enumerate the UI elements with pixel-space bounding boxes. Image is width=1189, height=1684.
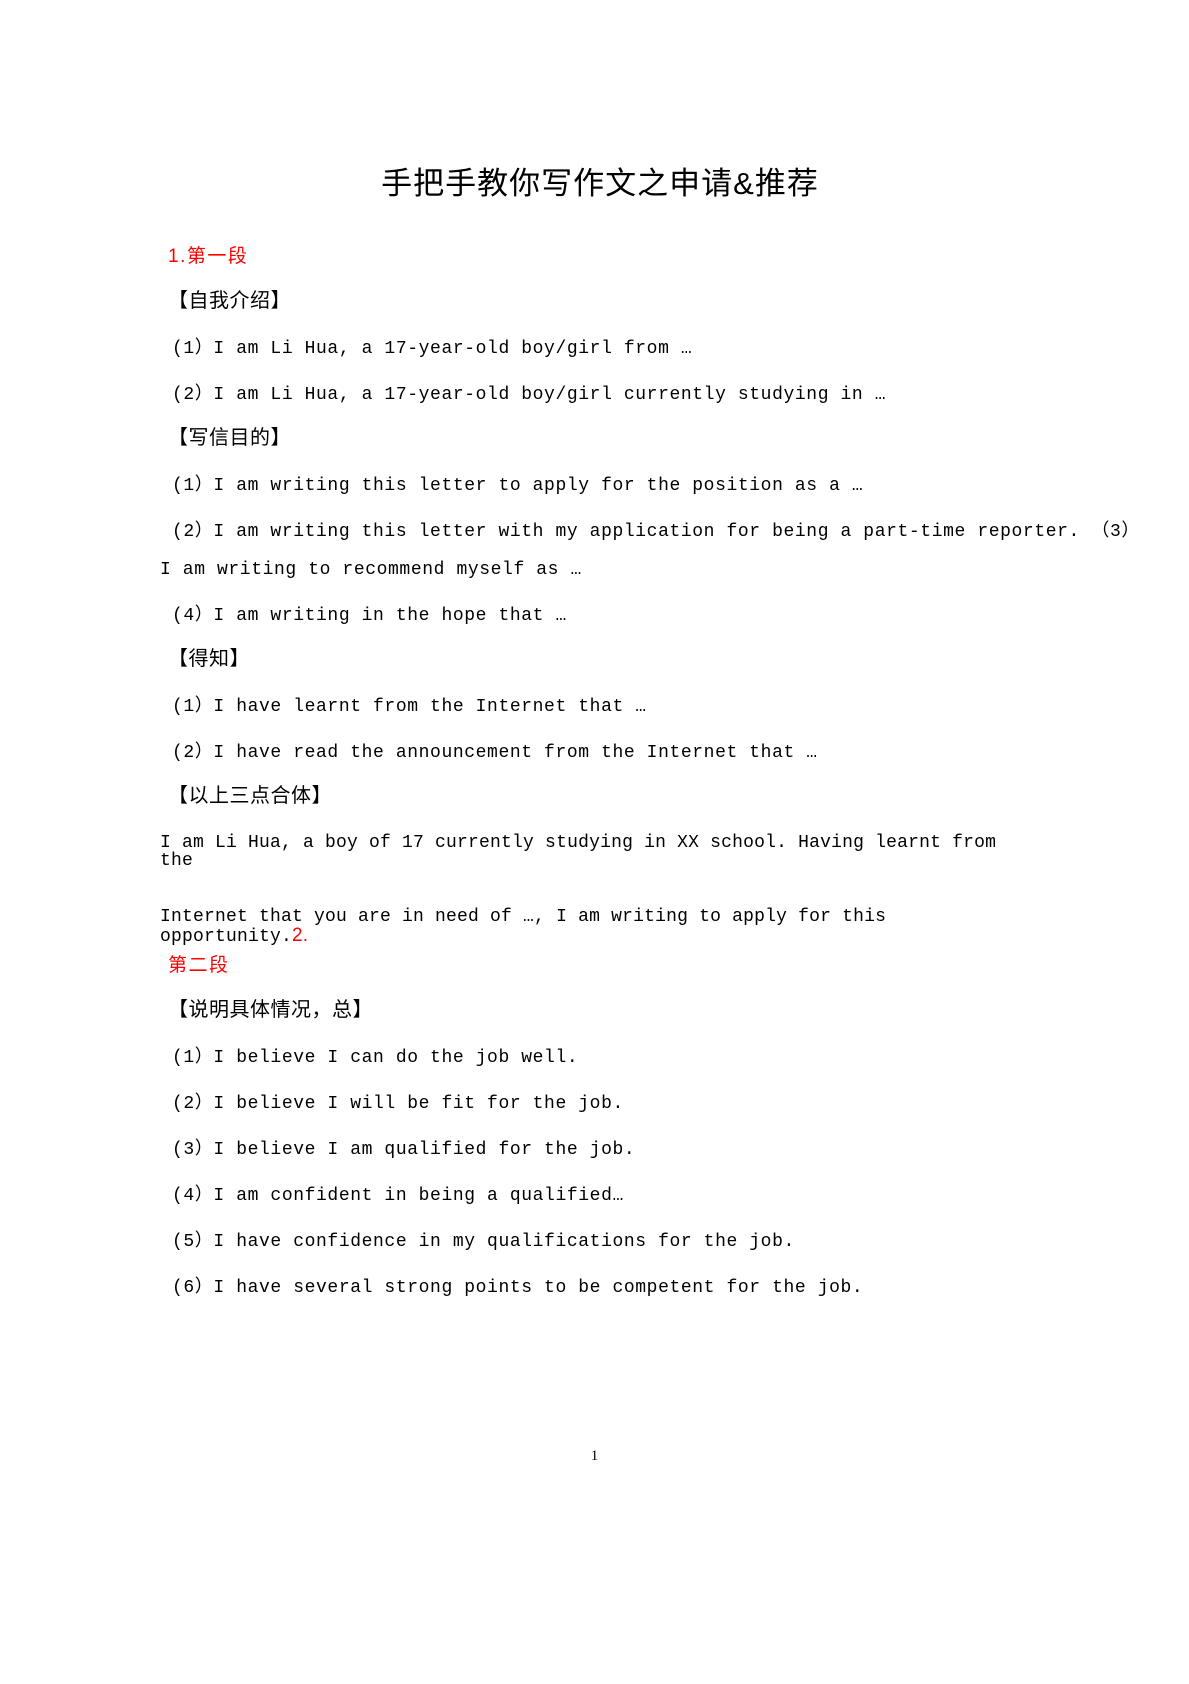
- list-item: (4）I am confident in being a qualified…: [172, 1186, 624, 1206]
- section-heading-2: 第二段: [168, 955, 230, 976]
- list-item: (2）I believe I will be fit for the job.: [172, 1094, 624, 1114]
- block-label-learned-from: 【得知】: [168, 648, 250, 670]
- list-item: (2）I am Li Hua, a 17-year-old boy/girl c…: [172, 385, 887, 405]
- combined-paragraph-line-2: Internet that you are in need of …, I am…: [160, 870, 1040, 946]
- list-item: (1）I am Li Hua, a 17-year-old boy/girl f…: [172, 339, 693, 359]
- list-item: (2）I have read the announcement from the…: [172, 743, 818, 763]
- combined-paragraph-text: Internet that you are in need of …, I am…: [160, 907, 887, 947]
- document-body: 手把手教你写作文之申请&推荐 1.第一段 【自我介绍】 (1）I am Li H…: [160, 0, 1140, 1298]
- list-item: (2）I am writing this letter with my appl…: [172, 522, 1140, 542]
- block-label-letter-purpose: 【写信目的】: [168, 427, 291, 449]
- list-item-continuation: I am writing to recommend myself as …: [160, 560, 582, 580]
- document-page: 手把手教你写作文之申请&推荐 1.第一段 【自我介绍】 (1）I am Li H…: [0, 0, 1189, 1684]
- list-item: (4）I am writing in the hope that …: [172, 606, 567, 626]
- list-item: (1）I believe I can do the job well.: [172, 1048, 579, 1068]
- list-item: (1）I am writing this letter to apply for…: [172, 476, 864, 496]
- block-label-specifics: 【说明具体情况，总】: [168, 999, 373, 1021]
- list-item: (3）I believe I am qualified for the job.: [172, 1140, 636, 1160]
- list-item: (1）I have learnt from the Internet that …: [172, 697, 647, 717]
- page-number: 1: [590, 1448, 599, 1464]
- page-title: 手把手教你写作文之申请&推荐: [381, 166, 819, 201]
- list-item: (5）I have confidence in my qualification…: [172, 1232, 795, 1252]
- block-label-combined: 【以上三点合体】: [168, 785, 332, 807]
- section-heading-2-number: 2.: [292, 925, 309, 946]
- block-label-self-intro: 【自我介绍】: [168, 290, 291, 312]
- list-item: (6）I have several strong points to be co…: [172, 1278, 864, 1298]
- section-heading-1: 1.第一段: [168, 246, 249, 267]
- combined-paragraph-line-1: I am Li Hua, a boy of 17 currently study…: [160, 833, 997, 871]
